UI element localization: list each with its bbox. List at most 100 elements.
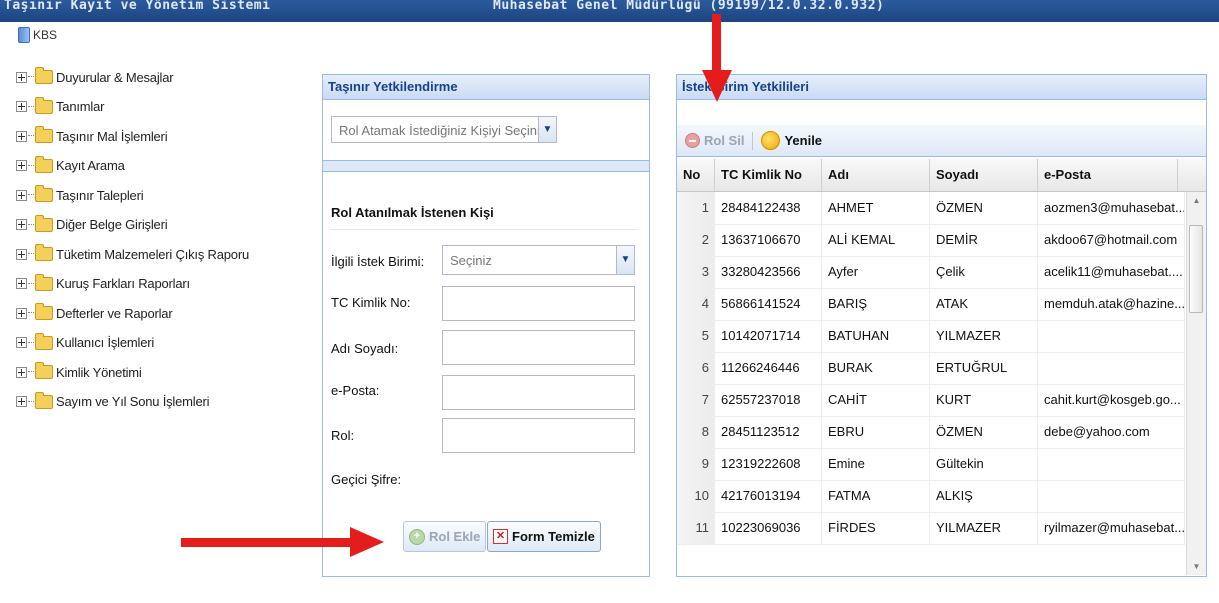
folder-icon (35, 391, 53, 409)
expand-icon[interactable] (16, 130, 27, 142)
table-row[interactable]: 8 28451123512 EBRU ÖZMEN debe@yahoo.com (677, 416, 1185, 449)
tree-item-label: Tüketim Malzemeleri Çıkış Raporu (56, 246, 249, 262)
table-row[interactable]: 2 13637106670 ALİ KEMAL DEMİR akdoo67@hotmai… (677, 224, 1185, 257)
tree-item[interactable]: Tanımlar (16, 96, 104, 116)
table-row[interactable]: 5 10142071714 BATUHAN YILMAZER (677, 320, 1185, 353)
tree-item[interactable]: Taşınır Mal İşlemleri (16, 126, 168, 145)
folder-icon (35, 96, 53, 114)
tree-item[interactable]: Duyurular & Mesajlar (16, 67, 174, 86)
birim-select-value: Seçiniz (450, 253, 492, 268)
scroll-down-icon[interactable]: ▼ (1187, 558, 1206, 575)
row-number: 4 (677, 288, 715, 320)
tree-item[interactable]: Kullanıcı İşlemleri (16, 332, 155, 352)
person-select-text: Rol Atamak İstediğiniz Kişiyi Seçiniz.. (339, 123, 554, 138)
table-row[interactable]: 1 28484122438 AHMET ÖZMEN aozmen3@muhasebat.… (677, 192, 1185, 225)
name-cell: Ayfer (822, 256, 930, 288)
remove-role-label: Rol Sil (704, 133, 745, 148)
folder-icon (35, 244, 53, 261)
name-cell: ALİ KEMAL (822, 224, 930, 256)
name-cell: BARIŞ (822, 288, 930, 320)
refresh-label: Yenile (784, 133, 823, 148)
row-number: 3 (677, 256, 715, 288)
expand-icon[interactable] (16, 248, 27, 260)
scroll-thumb[interactable] (1189, 225, 1203, 313)
column-header[interactable]: e-Posta (1038, 159, 1178, 191)
rol-input[interactable] (442, 418, 635, 453)
grid-header: No TC Kimlik No Adı Soyadı e-Posta (677, 159, 1206, 192)
person-select[interactable]: Rol Atamak İstediğiniz Kişiyi Seçiniz.. … (331, 116, 557, 143)
clear-form-button[interactable]: ✕ Form Temizle (487, 521, 601, 552)
column-header[interactable]: Soyadı (930, 159, 1038, 191)
row-number: 5 (677, 320, 715, 352)
folder-icon (35, 214, 53, 232)
adsoyad-label: Adı Soyadı: (331, 341, 399, 356)
grid-scrollbar[interactable]: ▲ ▼ (1186, 192, 1206, 575)
divider (331, 229, 637, 230)
expand-icon[interactable] (16, 160, 27, 171)
expand-icon[interactable] (16, 396, 27, 407)
tree-item[interactable]: Diğer Belge Girişleri (16, 214, 168, 234)
remove-role-button[interactable]: Rol Sil (685, 133, 744, 148)
tc-input[interactable] (442, 286, 635, 321)
folder-icon (35, 362, 53, 379)
table-row[interactable]: 9 12319222608 Emine Gültekin (677, 448, 1185, 481)
tree-connector (28, 223, 34, 226)
tree-item[interactable]: Taşınır Talepleri (16, 185, 144, 204)
eposta-input[interactable] (442, 375, 635, 410)
panel-splitter (323, 161, 649, 172)
tree-connector (28, 135, 34, 137)
tree-item-label: Duyurular & Mesajlar (56, 69, 174, 85)
expand-icon[interactable] (16, 278, 27, 289)
tree-item[interactable]: Kimlik Yönetimi (16, 362, 142, 381)
yetkililer-panel: İstek Birim Yetkilileri Rol Sil Yenile N… (676, 74, 1207, 577)
tree-item[interactable]: Defterler ve Raporlar (16, 303, 173, 322)
folder-icon (35, 126, 53, 143)
folder-icon (35, 332, 53, 350)
eposta-label: e-Posta: (331, 383, 380, 398)
column-header[interactable]: TC Kimlik No (715, 159, 822, 191)
column-header[interactable]: Adı (822, 159, 930, 191)
chevron-down-icon[interactable]: ▼ (616, 246, 634, 274)
folder-icon (35, 155, 53, 173)
row-number: 10 (677, 480, 715, 512)
tree-item[interactable]: Sayım ve Yıl Sonu İşlemleri (16, 391, 210, 411)
unit-info: Muhasebat Genel Müdürlüğü (99199/12.0.32… (493, 0, 885, 13)
table-row[interactable]: 7 62557237018 CAHİT KURT cahit.kurt@kosgeb.g… (677, 384, 1185, 417)
tree-connector (28, 253, 34, 255)
tree-item[interactable]: Kayıt Arama (16, 155, 125, 175)
expand-icon[interactable] (16, 101, 27, 112)
tree-item[interactable]: Tüketim Malzemeleri Çıkış Raporu (16, 244, 249, 263)
expand-icon[interactable] (16, 307, 27, 319)
birim-select[interactable]: Seçiniz ▼ (442, 245, 635, 275)
surname-cell: ATAK (930, 288, 1038, 320)
scroll-up-icon[interactable]: ▲ (1187, 192, 1206, 209)
expand-icon[interactable] (16, 219, 27, 230)
adsoyad-input[interactable] (442, 330, 635, 365)
tree-item-label: Defterler ve Raporlar (56, 305, 173, 321)
table-row[interactable]: 11 10223069036 FİRDES YILMAZER ryilmazer@muh… (677, 512, 1185, 545)
tree-item-label: Kullanıcı İşlemleri (56, 335, 155, 350)
expand-icon[interactable] (16, 71, 27, 83)
grid-body: 1 28484122438 AHMET ÖZMEN aozmen3@muhasebat.… (677, 192, 1185, 575)
expand-icon[interactable] (16, 337, 27, 348)
table-row[interactable]: 10 42176013194 FATMA ALKIŞ (677, 480, 1185, 513)
column-header[interactable]: No (677, 159, 715, 191)
table-row[interactable]: 6 11266246446 BURAK ERTUĞRUL (677, 352, 1185, 385)
surname-cell: YILMAZER (930, 512, 1038, 544)
tree-connector (28, 164, 34, 167)
birim-label: İlgili İstek Birimi: (331, 254, 425, 269)
nav-tree: Duyurular & Mesajlar Tanımlar Taşınır Mal … (16, 0, 316, 603)
add-role-button[interactable]: + Rol Ekle (403, 521, 487, 552)
name-cell: FATMA (822, 480, 930, 512)
row-number: 1 (677, 192, 715, 224)
rol-label: Rol: (331, 428, 355, 443)
table-row[interactable]: 4 56866141524 BARIŞ ATAK memduh.atak@hazine.… (677, 288, 1185, 321)
table-row[interactable]: 3 33280423566 Ayfer Çelik acelik11@muhasebat… (677, 256, 1185, 289)
expand-icon[interactable] (16, 366, 27, 378)
expand-icon[interactable] (16, 189, 27, 201)
tree-item[interactable]: Kuruş Farkları Raporları (16, 273, 190, 293)
folder-icon (35, 67, 53, 84)
email-cell (1038, 320, 1185, 352)
chevron-down-icon[interactable]: ▼ (538, 117, 556, 142)
refresh-button[interactable]: Yenile (761, 131, 822, 150)
